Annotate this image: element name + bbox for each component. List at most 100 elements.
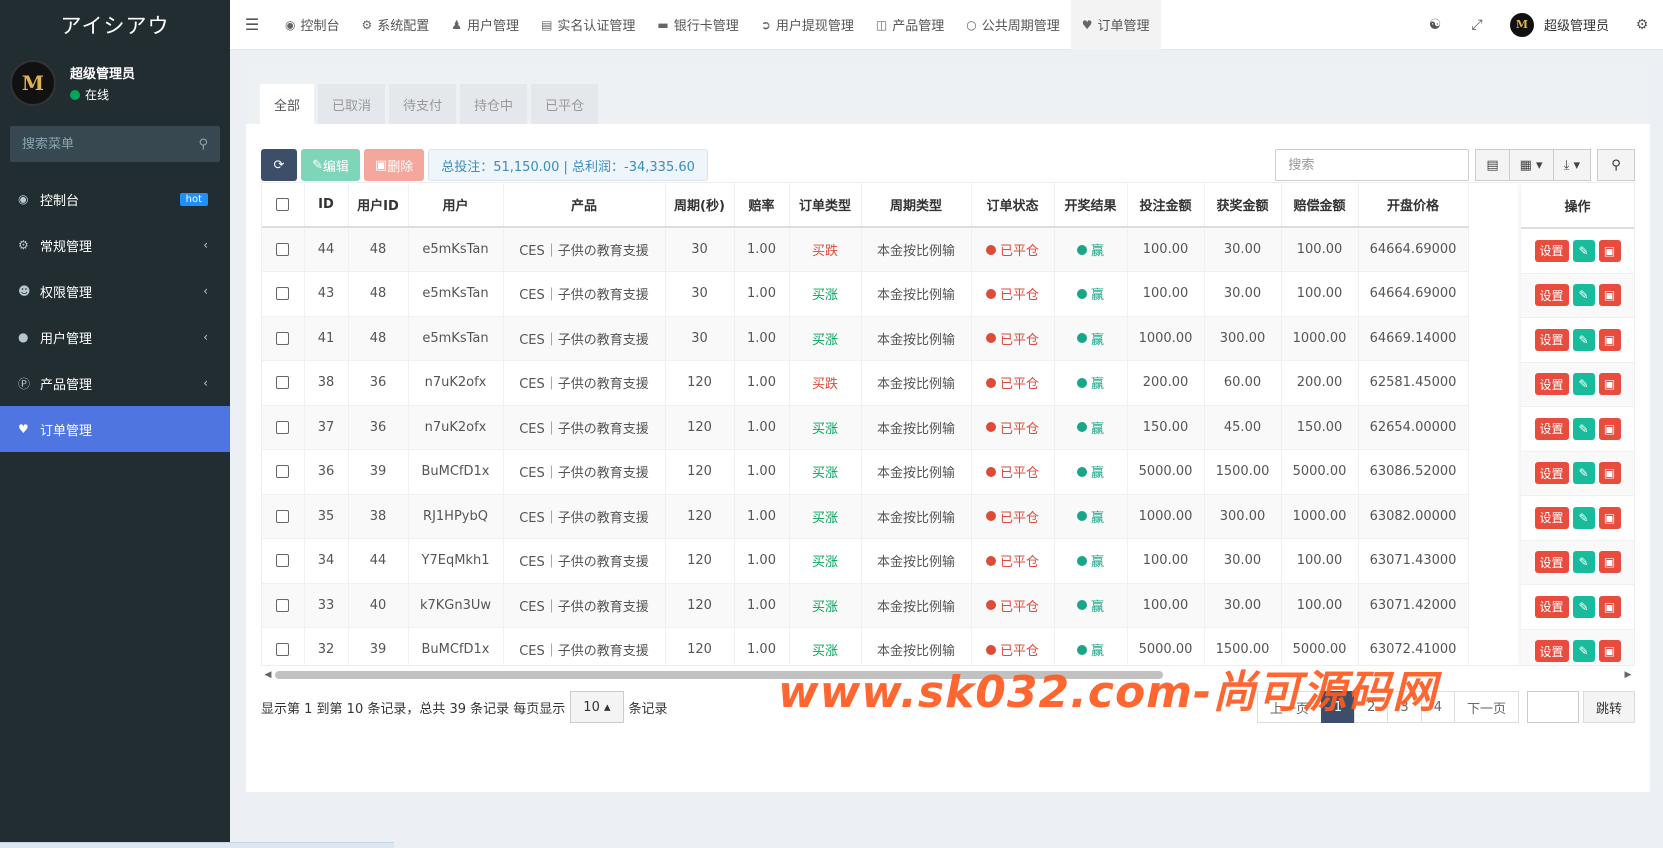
set-button[interactable]: 设置 <box>1534 328 1569 351</box>
row-checkbox[interactable] <box>276 554 290 568</box>
column-header[interactable]: 赔偿金额 <box>1281 183 1359 228</box>
tab-system-config[interactable]: ⚙ 系统配置 <box>351 0 441 50</box>
page-button-3[interactable]: 3 <box>1387 691 1422 723</box>
column-header[interactable]: 产品 <box>503 183 666 228</box>
edit-row-button[interactable]: ✎ <box>1572 373 1595 396</box>
row-checkbox[interactable] <box>276 376 290 390</box>
table-row[interactable]: 36 39 BuMCfD1x CES｜子供の教育支援 120 1.00 买涨 本金按比例输 已平… <box>262 449 1469 495</box>
page-button-2[interactable]: 2 <box>1354 691 1389 723</box>
row-checkbox[interactable] <box>276 643 290 657</box>
next-page-button[interactable]: 下一页 <box>1453 691 1519 723</box>
menu-search-input[interactable] <box>22 136 199 152</box>
tab-products[interactable]: ◫ 产品管理 <box>865 0 955 50</box>
brand-logo[interactable]: アイシアウ <box>0 0 230 50</box>
table-row[interactable]: 44 48 e5mKsTan CES｜子供の教育支援 30 1.00 买跌 本金按比例输 已平仓… <box>262 227 1469 272</box>
delete-row-button[interactable]: ▣ <box>1598 239 1621 262</box>
row-checkbox[interactable] <box>276 420 290 434</box>
tab-withdraw[interactable]: ➲ 用户提现管理 <box>750 0 865 50</box>
table-row[interactable]: 33 40 k7KGn3Uw CES｜子供の教育支援 120 1.00 买涨 本金按比例输 已平… <box>262 583 1469 628</box>
tab-orders[interactable]: ♥ 订单管理 <box>1070 0 1161 50</box>
subtab-closed[interactable]: 已平仓 <box>531 84 599 124</box>
sidebar-item-permissions[interactable]: ☻ 权限管理 ‹ <box>0 268 230 314</box>
column-header[interactable]: 赔率 <box>734 183 790 228</box>
export-button[interactable]: ⤓ ▾ <box>1553 149 1591 181</box>
delete-row-button[interactable]: ▣ <box>1598 595 1621 618</box>
delete-row-button[interactable]: ▣ <box>1598 506 1621 529</box>
columns-button[interactable]: ▦ ▾ <box>1509 149 1554 181</box>
subtab-cancelled[interactable]: 已取消 <box>318 84 386 124</box>
set-button[interactable]: 设置 <box>1534 462 1569 485</box>
table-row[interactable]: 41 48 e5mKsTan CES｜子供の教育支援 30 1.00 买涨 本金按比例输 已平仓… <box>262 316 1469 361</box>
column-header[interactable]: 订单类型 <box>789 183 862 228</box>
tab-bankcard[interactable]: ▬ 银行卡管理 <box>646 0 749 50</box>
table-row[interactable]: 34 44 Y7EqMkh1 CES｜子供の教育支援 120 1.00 买涨 本金按比例输 已平… <box>262 538 1469 584</box>
subtab-all[interactable]: 全部 <box>260 84 315 124</box>
edit-row-button[interactable]: ✎ <box>1572 417 1595 440</box>
table-row[interactable]: 43 48 e5mKsTan CES｜子供の教育支援 30 1.00 买涨 本金按比例输 已平仓… <box>262 271 1469 317</box>
refresh-button[interactable]: ⟳ <box>261 149 297 181</box>
column-header[interactable]: 用户ID <box>348 183 409 228</box>
edit-row-button[interactable]: ✎ <box>1572 595 1595 618</box>
subtab-pending-payment[interactable]: 待支付 <box>389 84 457 124</box>
page-button-1[interactable]: 1 <box>1320 691 1356 723</box>
tab-users[interactable]: ♟ 用户管理 <box>440 0 530 50</box>
sidebar-item-general[interactable]: ⚙ 常规管理 ‹ <box>0 222 230 268</box>
set-button[interactable]: 设置 <box>1534 284 1569 307</box>
row-checkbox[interactable] <box>276 243 290 256</box>
page-button-4[interactable]: 4 <box>1420 691 1455 723</box>
row-checkbox[interactable] <box>276 331 290 345</box>
table-row[interactable]: 38 36 n7uK2ofx CES｜子供の教育支援 120 1.00 买跌 本金按比例输 已平… <box>262 360 1469 406</box>
set-button[interactable]: 设置 <box>1534 595 1569 618</box>
column-header[interactable]: 开盘价格 <box>1358 183 1469 228</box>
row-checkbox[interactable] <box>276 465 290 479</box>
set-button[interactable]: 设置 <box>1534 506 1569 529</box>
delete-row-button[interactable]: ▣ <box>1598 373 1621 396</box>
set-button[interactable]: 设置 <box>1534 640 1569 663</box>
set-button[interactable]: 设置 <box>1534 417 1569 440</box>
subtab-holding[interactable]: 持仓中 <box>460 84 528 124</box>
delete-button[interactable]: ▣ 删除 <box>363 149 425 181</box>
fullscreen-icon[interactable]: ⤢ <box>1456 17 1498 33</box>
prev-page-button[interactable]: 上一页 <box>1256 691 1322 723</box>
search-button[interactable]: ⚲ <box>1597 149 1635 181</box>
row-checkbox[interactable] <box>276 287 290 301</box>
edit-row-button[interactable]: ✎ <box>1572 551 1595 574</box>
nav-user-menu[interactable]: M 超级管理员 <box>1498 12 1621 37</box>
column-header[interactable]: 用户 <box>408 183 504 228</box>
tab-periods[interactable]: ○ 公共周期管理 <box>955 0 1071 50</box>
delete-row-button[interactable]: ▣ <box>1598 551 1621 574</box>
search-input[interactable] <box>1275 149 1470 181</box>
column-header[interactable]: ID <box>304 183 349 228</box>
edit-row-button[interactable]: ✎ <box>1572 462 1595 485</box>
column-header[interactable]: 获奖金额 <box>1204 183 1282 228</box>
column-header[interactable]: 投注金额 <box>1127 183 1205 228</box>
set-button[interactable]: 设置 <box>1534 239 1569 262</box>
column-header[interactable]: 开奖结果 <box>1054 183 1128 228</box>
table-row[interactable]: 35 38 RJ1HPybQ CES｜子供の教育支援 120 1.00 买涨 本金按比例输 已平… <box>262 494 1469 539</box>
set-button[interactable]: 设置 <box>1534 373 1569 396</box>
scroll-track[interactable] <box>275 671 1621 679</box>
set-button[interactable]: 设置 <box>1534 551 1569 574</box>
jump-page-input[interactable] <box>1526 691 1579 723</box>
scroll-thumb[interactable] <box>275 671 1164 679</box>
tab-realname[interactable]: ▤ 实名认证管理 <box>530 0 646 50</box>
horizontal-scrollbar[interactable]: ◀ ▶ <box>261 668 1635 682</box>
edit-button[interactable]: ✎ 编辑 <box>301 149 360 181</box>
tab-dashboard[interactable]: ◉ 控制台 <box>274 0 351 50</box>
menu-toggle-icon[interactable]: ☰ <box>230 15 274 34</box>
delete-row-button[interactable]: ▣ <box>1598 640 1621 663</box>
jump-button[interactable]: 跳转 <box>1582 691 1635 723</box>
translate-icon[interactable]: ☯ <box>1414 17 1456 33</box>
select-all-checkbox[interactable] <box>276 198 290 211</box>
sidebar-item-dashboard[interactable]: ◉ 控制台 hot <box>0 176 230 222</box>
sidebar-item-users[interactable]: ● 用户管理 ‹ <box>0 314 230 360</box>
row-checkbox[interactable] <box>276 509 290 523</box>
column-header[interactable]: 周期类型 <box>861 183 972 228</box>
delete-row-button[interactable]: ▣ <box>1598 284 1621 307</box>
sidebar-item-products[interactable]: Ⓟ 产品管理 ‹ <box>0 360 230 406</box>
edit-row-button[interactable]: ✎ <box>1572 284 1595 307</box>
delete-row-button[interactable]: ▣ <box>1598 328 1621 351</box>
search-icon[interactable]: ⚲ <box>198 137 208 152</box>
scroll-left-icon[interactable]: ◀ <box>261 670 275 680</box>
edit-row-button[interactable]: ✎ <box>1572 506 1595 529</box>
